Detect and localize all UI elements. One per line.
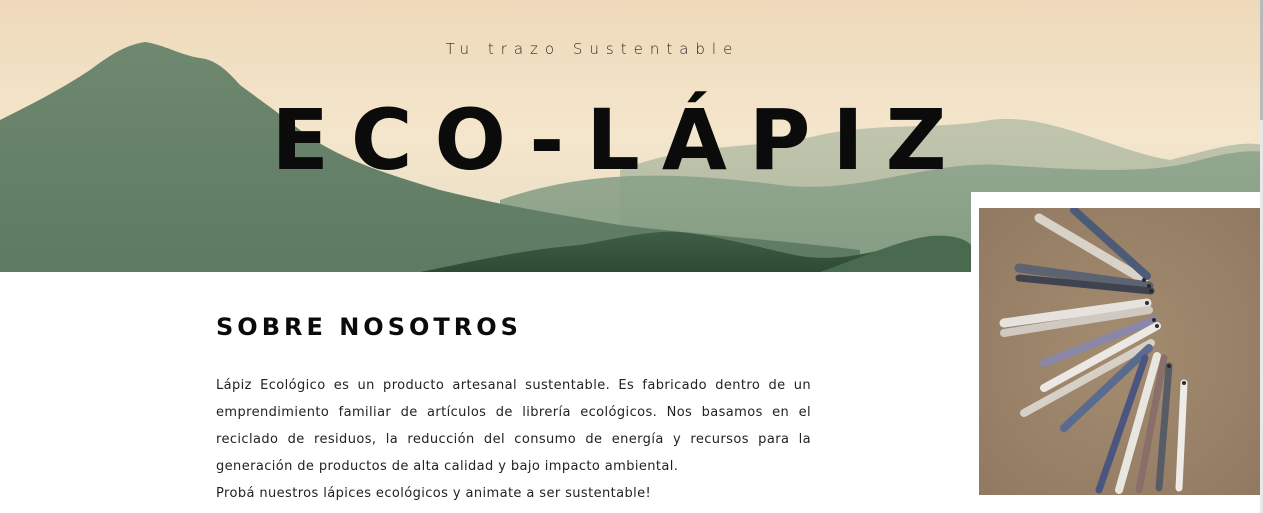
brand-title: ECO-LÁPIZ [271,91,969,189]
recycled-pencils-photo [979,208,1260,495]
about-heading: SOBRE NOSOTROS [216,313,522,341]
about-text: Lápiz Ecológico es un producto artesanal… [216,372,811,507]
pencils-illustration [979,208,1260,495]
hero-tagline: Tu trazo Sustentable [445,40,740,58]
about-paragraph-2: Probá nuestros lápices ecológicos y anim… [216,486,652,501]
about-paragraph-1: Lápiz Ecológico es un producto artesanal… [216,378,811,474]
page: Tu trazo Sustentable ECO-LÁPIZ SOBRE NOS… [0,0,1263,513]
